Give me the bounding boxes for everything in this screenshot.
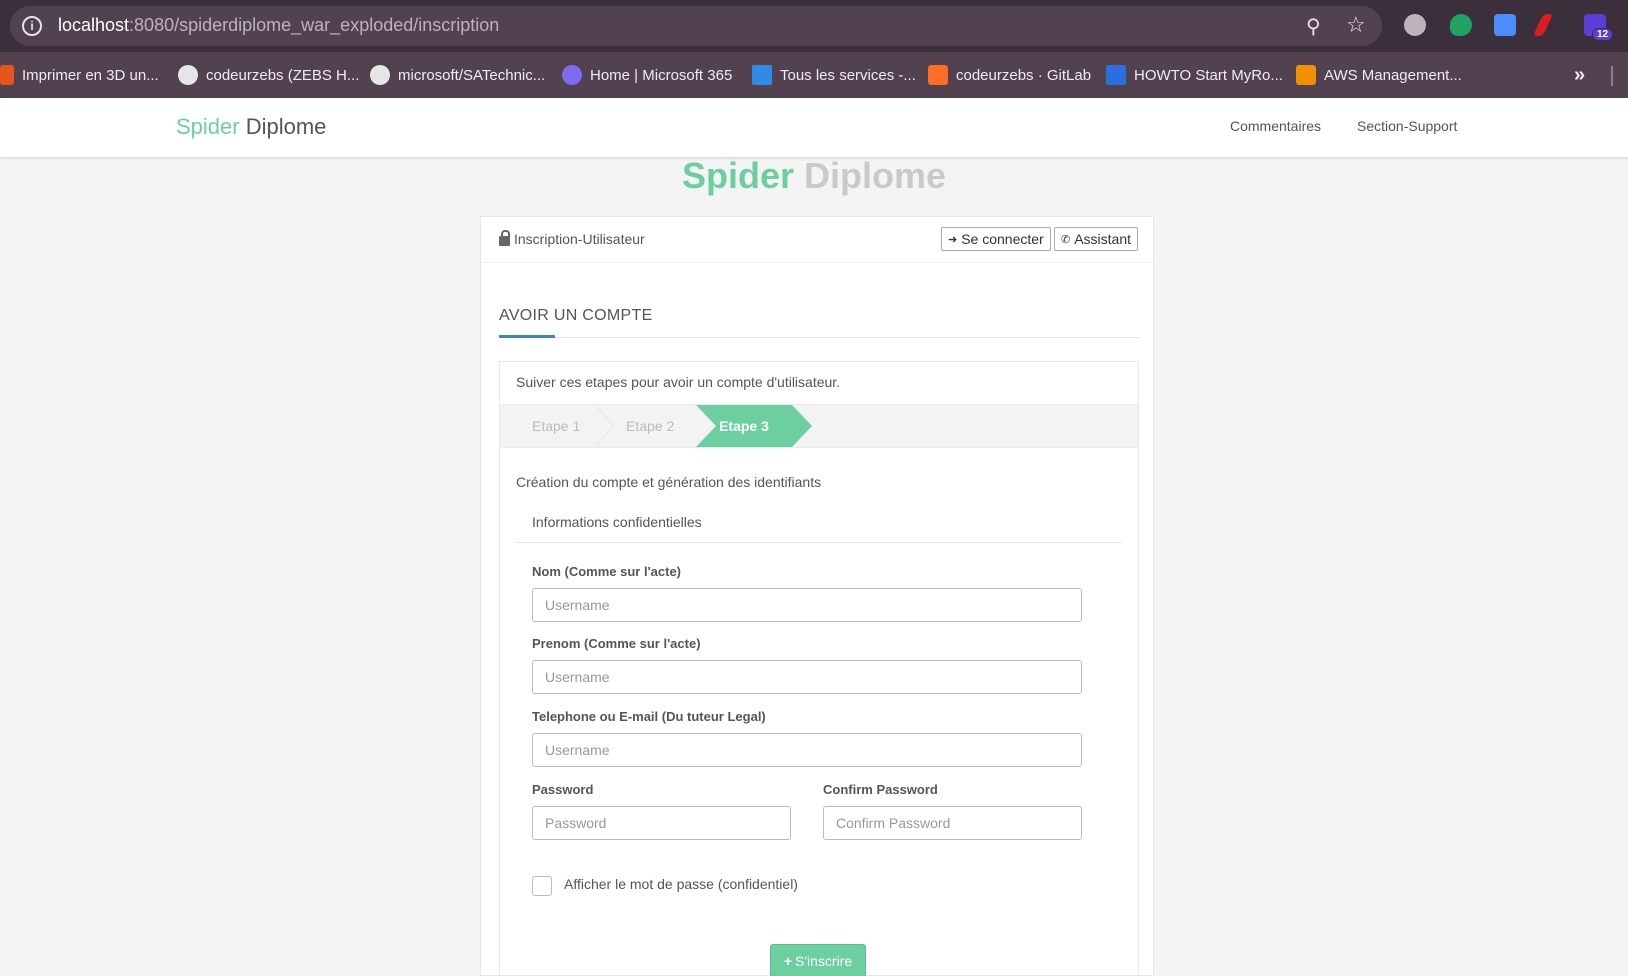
extension-shield-icon[interactable] [1404, 14, 1426, 36]
subsection-divider [516, 542, 1122, 543]
lock-icon [499, 230, 510, 246]
phone-icon: ✆ [1061, 233, 1071, 246]
sign-in-icon: ➜ [948, 233, 958, 246]
zoom-icon[interactable]: ⚲ [1306, 14, 1321, 39]
card-title: Inscription-Utilisateur [499, 230, 645, 247]
bookmark-item[interactable]: microsoft/SATechnic... [370, 62, 545, 88]
signup-submit-button[interactable]: + S'inscrire [770, 944, 866, 976]
nav-link-section-support[interactable]: Section-Support [1357, 118, 1457, 134]
bookmarks-divider [1611, 66, 1613, 86]
app-navbar: Spider Diplome Commentaires Section-Supp… [0, 98, 1628, 158]
plus-icon: + [783, 953, 793, 969]
microsoft365-icon [562, 65, 582, 85]
show-password-label[interactable]: Afficher le mot de passe (confidentiel) [564, 876, 798, 892]
prenom-input[interactable] [532, 660, 1082, 694]
section-divider [499, 337, 1139, 338]
step-1-tab[interactable]: Etape 1 [532, 405, 580, 447]
address-bar[interactable]: i localhost:8080/spiderdiplome_war_explo… [10, 6, 1382, 46]
extension-security-icon[interactable] [1450, 14, 1472, 36]
wizard-steps: Etape 1 Etape 2 Etape 3 [500, 404, 1138, 448]
bookmark-item[interactable]: codeurzebs (ZEBS H... [178, 62, 359, 88]
bookmark-item[interactable]: Tous les services -... [752, 62, 916, 88]
brand-logo[interactable]: Spider Diplome [176, 114, 326, 140]
password-label: Password [532, 782, 594, 797]
step-description: Création du compte et génération des ide… [516, 474, 822, 490]
step-3-tab-active[interactable]: Etape 3 [696, 405, 812, 447]
step-separator [595, 405, 613, 447]
extension-pen-icon[interactable] [1532, 14, 1554, 36]
wizard-intro: Suiver ces etapes pour avoir un compte d… [516, 374, 841, 390]
contact-label: Telephone ou E-mail (Du tuteur Legal) [532, 709, 766, 724]
3d-print-icon [0, 65, 14, 85]
bookmark-item[interactable]: HOWTO Start MyRo... [1106, 62, 1283, 88]
bookmark-item[interactable]: Home | Microsoft 365 [562, 62, 732, 88]
section-underline [499, 335, 555, 338]
subsection-title: Informations confidentielles [532, 514, 702, 530]
signup-wizard: Suiver ces etapes pour avoir un compte d… [499, 361, 1139, 976]
show-password-checkbox[interactable] [532, 876, 552, 896]
aws-icon [1296, 65, 1316, 85]
contact-input[interactable] [532, 733, 1082, 767]
confirm-password-input[interactable] [823, 806, 1082, 840]
github-icon [370, 65, 390, 85]
nom-input[interactable] [532, 588, 1082, 622]
bookmark-item[interactable]: codeurzebs · GitLab [928, 62, 1091, 88]
nom-label: Nom (Comme sur l'acte) [532, 564, 682, 579]
extension-badge: 12 [1592, 28, 1614, 41]
bookmark-star-icon[interactable]: ☆ [1346, 12, 1366, 38]
assistant-button[interactable]: ✆ Assistant [1054, 227, 1139, 251]
bookmark-item[interactable]: Imprimer en 3D un... [0, 62, 159, 88]
bookmark-item[interactable]: AWS Management... [1296, 62, 1462, 88]
prenom-label: Prenom (Comme sur l'acte) [532, 636, 701, 651]
step-2-tab[interactable]: Etape 2 [626, 405, 674, 447]
login-button[interactable]: ➜ Se connecter [941, 227, 1051, 251]
gitlab-icon [928, 65, 948, 85]
section-title: AVOIR UN COMPTE [499, 307, 653, 324]
page-icon [1106, 65, 1126, 85]
github-icon [178, 65, 198, 85]
url-text[interactable]: localhost:8080/spiderdiplome_war_explode… [58, 15, 499, 36]
extension-docs-icon[interactable] [1494, 14, 1516, 36]
password-input[interactable] [532, 806, 791, 840]
card-header: Inscription-Utilisateur ➜ Se connecter ✆… [481, 217, 1153, 263]
site-info-icon[interactable]: i [22, 16, 42, 36]
azure-icon [752, 65, 772, 85]
bookmarks-bar: Imprimer en 3D un... codeurzebs (ZEBS H.… [0, 52, 1628, 98]
browser-toolbar: i localhost:8080/spiderdiplome_war_explo… [0, 0, 1628, 52]
more-bookmarks-icon[interactable]: » [1574, 64, 1585, 87]
registration-card: Inscription-Utilisateur ➜ Se connecter ✆… [480, 216, 1154, 976]
page-title: Spider Diplome [681, 155, 947, 196]
nav-link-commentaires[interactable]: Commentaires [1230, 118, 1321, 134]
confirm-password-label: Confirm Password [823, 782, 938, 797]
